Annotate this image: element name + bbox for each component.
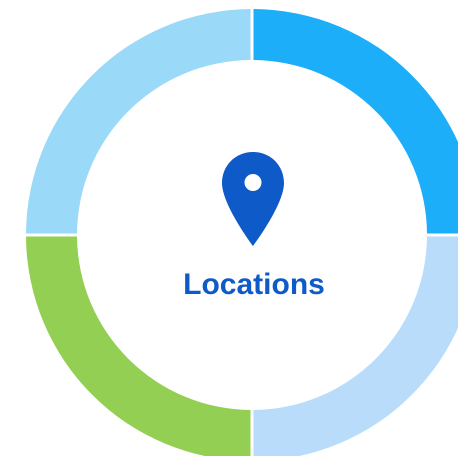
ring-segment-top-left bbox=[26, 9, 251, 234]
map-pin-icon bbox=[222, 152, 284, 246]
locations-ring-diagram: Locations bbox=[0, 0, 458, 456]
center-label: Locations bbox=[183, 268, 325, 301]
